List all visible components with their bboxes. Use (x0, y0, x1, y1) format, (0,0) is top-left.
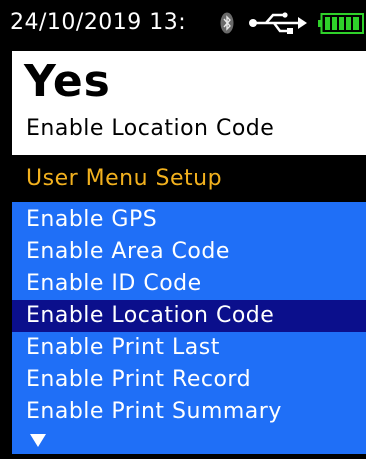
scroll-down-arrow-icon[interactable] (30, 434, 46, 448)
value-caption: Enable Location Code (26, 116, 275, 141)
current-value: Yes (24, 56, 111, 107)
battery-icon (318, 13, 364, 34)
status-datetime: 24/10/2019 13: (10, 10, 187, 35)
status-bar: 24/10/2019 13: (0, 0, 366, 46)
usb-icon (249, 12, 307, 34)
value-panel: Yes Enable Location Code (12, 51, 366, 155)
menu-title: User Menu Setup (26, 166, 223, 191)
menu-item-enable-gps[interactable]: Enable GPS (12, 204, 366, 236)
menu-item-enable-print-last[interactable]: Enable Print Last (12, 332, 366, 364)
menu-item-enable-location-code[interactable]: Enable Location Code (12, 300, 366, 332)
menu-item-enable-area-code[interactable]: Enable Area Code (12, 236, 366, 268)
device-screen: 24/10/2019 13: Yes Enable Location Code (0, 0, 366, 459)
menu-item-enable-print-record[interactable]: Enable Print Record (12, 364, 366, 396)
menu-list: Enable GPS Enable Area Code Enable ID Co… (12, 202, 366, 454)
menu-header: User Menu Setup (12, 160, 366, 199)
bluetooth-icon (220, 12, 234, 34)
menu-item-enable-id-code[interactable]: Enable ID Code (12, 268, 366, 300)
menu-item-enable-print-summary[interactable]: Enable Print Summary (12, 396, 366, 428)
